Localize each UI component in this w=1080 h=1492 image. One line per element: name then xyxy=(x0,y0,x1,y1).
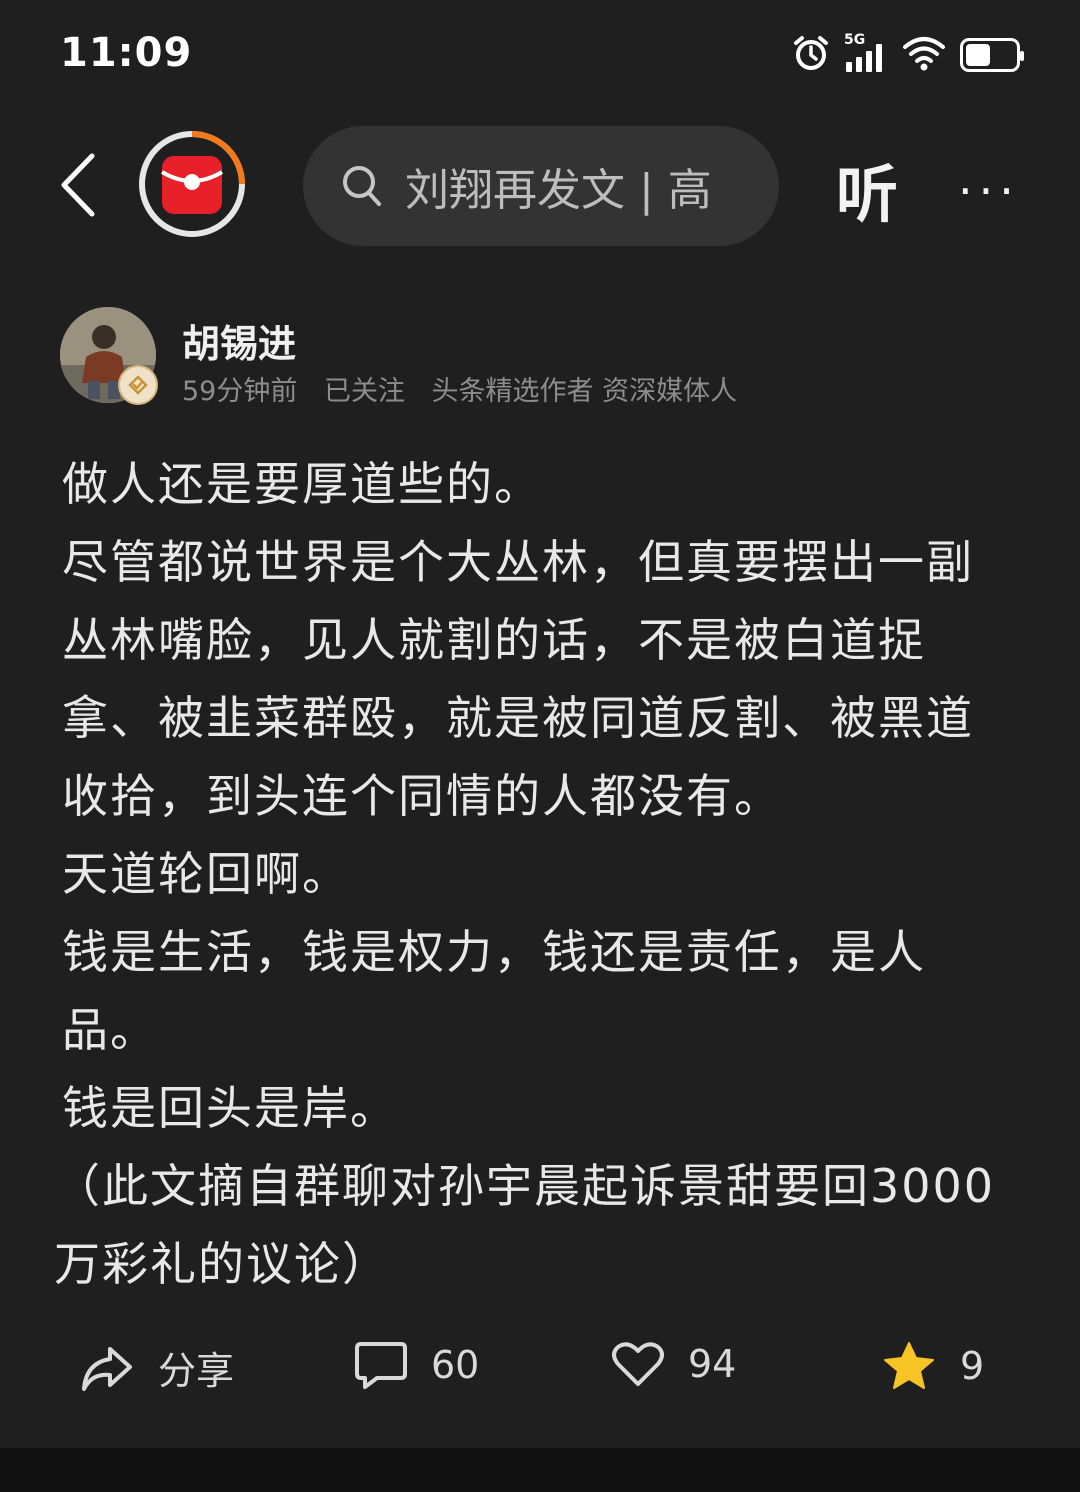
comment-icon xyxy=(355,1342,407,1389)
author-name[interactable]: 胡锡进 xyxy=(182,313,296,368)
status-time: 11:09 xyxy=(60,30,193,76)
chevron-left-icon xyxy=(61,153,95,217)
article-body: 做人还是要厚道些的。 尽管都说世界是个大丛林，但真要摆出一副丛林嘴脸，见人就割的… xyxy=(54,445,1002,1303)
search-input[interactable]: 刘翔再发文 | 高 xyxy=(303,126,779,246)
verified-badge-icon xyxy=(118,365,158,405)
red-packet-logo[interactable] xyxy=(138,130,246,238)
status-bar: 11:09 5G xyxy=(0,0,1080,110)
signal-icon: 5G xyxy=(844,32,888,74)
action-bar: 分享 60 94 9 xyxy=(0,1330,1080,1410)
bottom-strip xyxy=(0,1448,1080,1492)
listen-button[interactable]: 听 xyxy=(836,144,898,234)
author-tags: 头条精选作者 资深媒体人 xyxy=(431,376,738,407)
comment-count: 60 xyxy=(431,1343,480,1387)
author-header: 胡锡进 59分钟前 已关注 头条精选作者 资深媒体人 xyxy=(60,305,1020,408)
article-paragraph: 做人还是要厚道些的。 xyxy=(62,457,542,511)
heart-icon xyxy=(612,1342,664,1386)
like-button[interactable]: 94 xyxy=(612,1340,736,1388)
more-options-button[interactable]: ··· xyxy=(958,164,1020,218)
author-meta: 59分钟前 已关注 头条精选作者 资深媒体人 xyxy=(182,369,755,408)
battery-level xyxy=(966,44,990,66)
search-icon xyxy=(343,166,381,206)
article-paragraph: 天道轮回啊。 xyxy=(62,847,350,901)
article-paragraph: （此文摘自群聊对孙宇晨起诉景甜要回3000万彩礼的议论） xyxy=(54,1159,996,1291)
wifi-icon xyxy=(902,34,946,76)
article-paragraph: 尽管都说世界是个大丛林，但真要摆出一副丛林嘴脸，见人就割的话，不是被白道捉拿、被… xyxy=(62,535,974,823)
search-placeholder: 刘翔再发文 | 高 xyxy=(405,165,712,216)
comment-button[interactable]: 60 xyxy=(355,1340,479,1390)
share-button[interactable]: 分享 xyxy=(80,1340,234,1395)
share-icon xyxy=(82,1346,132,1391)
like-count: 94 xyxy=(688,1342,737,1386)
post-time: 59分钟前 xyxy=(182,376,298,407)
alarm-icon xyxy=(792,34,830,76)
favorite-button[interactable]: 9 xyxy=(882,1340,984,1392)
follow-status[interactable]: 已关注 xyxy=(324,376,405,407)
article-paragraph: 钱是回头是岸。 xyxy=(62,1081,398,1135)
nav-bar: 刘翔再发文 | 高 听 ··· xyxy=(0,120,1080,250)
status-icons: 5G xyxy=(792,32,1024,76)
share-label: 分享 xyxy=(158,1349,235,1393)
battery-icon xyxy=(960,38,1024,72)
back-button[interactable] xyxy=(48,150,108,220)
article-paragraph: 钱是生活，钱是权力，钱还是责任，是人品。 xyxy=(62,925,926,1057)
favorite-count: 9 xyxy=(960,1344,985,1388)
star-icon xyxy=(884,1342,934,1389)
